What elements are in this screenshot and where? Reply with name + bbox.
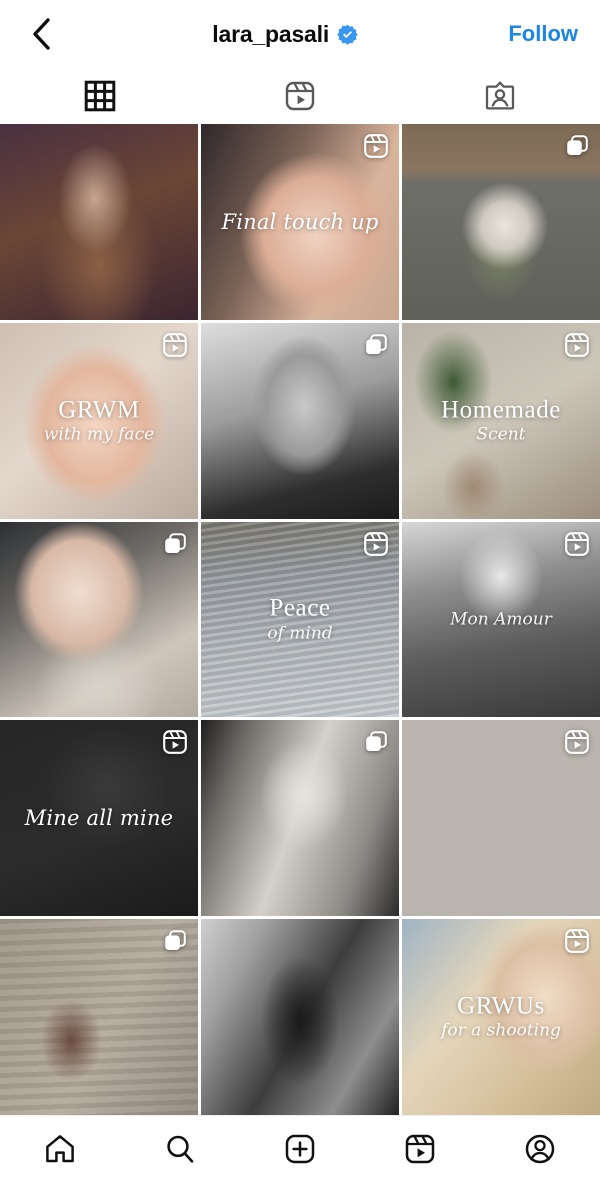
grid-tile[interactable] (0, 521, 198, 718)
grid-tile[interactable] (201, 720, 399, 917)
bottom-navigation (0, 1115, 600, 1181)
grid-tile[interactable] (0, 124, 198, 320)
tile-thumbnail (0, 919, 198, 1115)
profile-title: lara_pasali (62, 20, 508, 47)
tile-thumbnail (402, 124, 600, 320)
profile-header: lara_pasali Follow (0, 0, 600, 68)
grid-tile[interactable]: Peace of mind (201, 521, 399, 718)
tile-thumbnail (201, 322, 399, 519)
grid-tile[interactable]: GRWUs for a shooting (402, 919, 600, 1115)
tile-thumbnail (402, 720, 600, 916)
tab-reels[interactable] (200, 68, 400, 124)
tile-thumbnail (201, 124, 399, 320)
tab-grid[interactable] (0, 68, 200, 124)
plus-box-icon (285, 1134, 315, 1163)
follow-button[interactable]: Follow (508, 23, 578, 45)
profile-icon (525, 1134, 555, 1163)
grid-tile[interactable]: Homemade Scent (402, 322, 600, 519)
reels-icon (405, 1134, 435, 1163)
nav-home[interactable] (0, 1116, 120, 1181)
nav-reels[interactable] (360, 1116, 480, 1181)
home-icon (46, 1134, 74, 1162)
nav-create[interactable] (240, 1116, 360, 1181)
back-button[interactable] (22, 14, 62, 54)
tile-thumbnail (0, 124, 198, 320)
tile-thumbnail (201, 521, 399, 718)
grid-tile[interactable] (201, 322, 399, 519)
instagram-profile-screen: lara_pasali Follow Final touch up GRWM w… (0, 0, 600, 1181)
grid-tile[interactable] (201, 919, 399, 1115)
profile-tabbar (0, 68, 600, 124)
tile-thumbnail (201, 919, 399, 1115)
tile-thumbnail (0, 521, 198, 718)
chevron-left-icon (33, 18, 50, 50)
grid-tile[interactable]: GRWM with my face (0, 322, 198, 519)
reels-icon (285, 81, 315, 111)
search-icon (167, 1135, 194, 1163)
tile-thumbnail (0, 322, 198, 519)
tagged-icon (485, 81, 515, 110)
grid-icon (84, 80, 116, 112)
post-grid: Final touch up GRWM with my face Homemad… (0, 124, 600, 1115)
tab-tagged[interactable] (400, 68, 600, 124)
grid-tile[interactable] (402, 124, 600, 320)
grid-tile[interactable] (0, 919, 198, 1115)
tile-thumbnail (402, 322, 600, 519)
tile-thumbnail (402, 919, 600, 1115)
grid-tile[interactable]: Mine all mine (0, 720, 198, 917)
tile-thumbnail (402, 521, 600, 718)
grid-tile[interactable]: Mon Amour (402, 521, 600, 718)
profile-username: lara_pasali (212, 20, 330, 47)
nav-search[interactable] (120, 1116, 240, 1181)
grid-tile[interactable] (402, 720, 600, 917)
verified-badge-icon (337, 24, 358, 45)
tile-thumbnail (0, 720, 198, 917)
nav-profile[interactable] (480, 1116, 600, 1181)
grid-tile[interactable]: Final touch up (201, 124, 399, 320)
tile-thumbnail (201, 720, 399, 917)
